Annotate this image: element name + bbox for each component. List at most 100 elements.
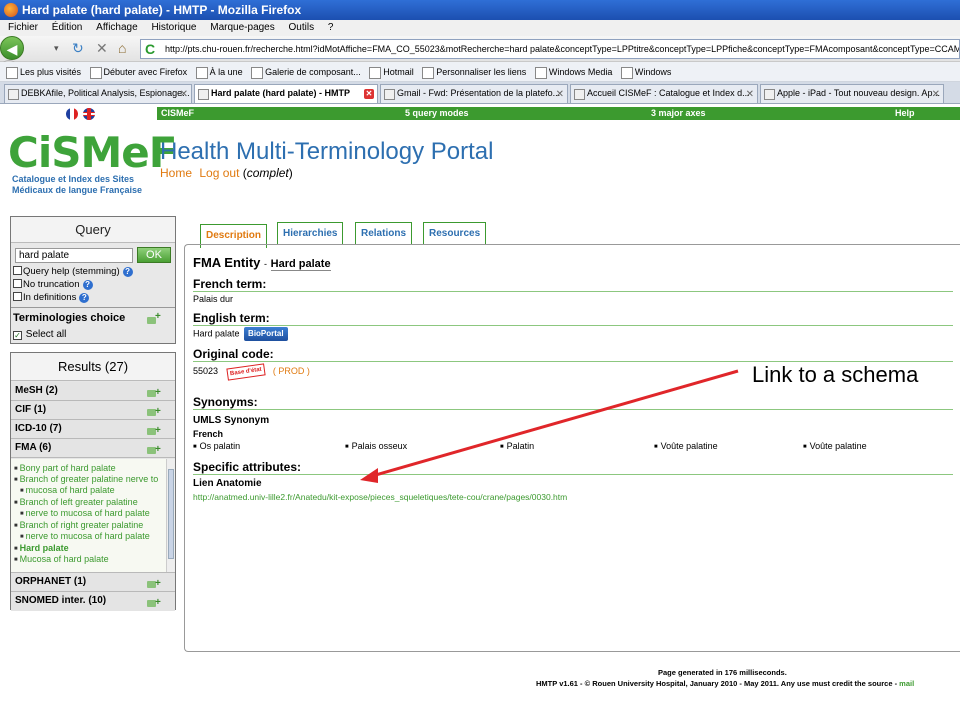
menu-help[interactable]: ?	[328, 20, 334, 36]
help-icon[interactable]: ?	[122, 267, 133, 277]
fma-results-list: Bony part of hard palate Branch of great…	[11, 459, 175, 573]
scrollbar-thumb[interactable]	[168, 469, 174, 559]
result-group-fma[interactable]: FMA (6)	[11, 439, 175, 459]
english-term-row: Hard palate BioPortal	[193, 327, 288, 341]
stop-icon[interactable]: ✕	[96, 37, 108, 59]
browser-tab-cismef[interactable]: Accueil CISMeF : Catalogue et Index d...…	[570, 84, 758, 103]
expand-icon[interactable]	[147, 422, 161, 440]
no-truncation-label: No truncation	[23, 279, 80, 290]
nav-help[interactable]: Help	[895, 107, 915, 120]
collapse-icon[interactable]	[147, 441, 161, 459]
query-help-checkbox[interactable]	[13, 266, 22, 275]
logo-word: CiSMeF	[8, 128, 177, 177]
footer-generation-time: Page generated in 176 milliseconds.	[658, 668, 787, 677]
expand-icon[interactable]	[147, 403, 161, 421]
menu-fichier[interactable]: Fichier	[8, 20, 38, 36]
bookmark-customize-links[interactable]: Personnaliser les liens	[422, 62, 526, 81]
browser-tab-hard-palate[interactable]: Hard palate (hard palate) - HMTP ✕	[194, 84, 378, 103]
in-definitions-label: In definitions	[23, 292, 77, 303]
browser-tab-apple[interactable]: Apple - iPad - Tout nouveau design. Ap..…	[760, 84, 944, 103]
original-code-title: Original code:	[193, 347, 953, 362]
help-icon[interactable]: ?	[79, 293, 90, 303]
bookmark-gallery[interactable]: Galerie de composant...	[251, 62, 361, 81]
site-favicon-icon: C	[145, 41, 156, 57]
home-icon[interactable]: ⌂	[118, 37, 126, 59]
select-all-option: Select all	[13, 329, 66, 340]
browser-tab-gmail[interactable]: Gmail - Fwd: Présentation de la platefo.…	[380, 84, 568, 103]
entity-heading: FMA Entity - Hard palate	[193, 255, 331, 271]
list-item-continuation[interactable]: nerve to mucosa of hard palate	[14, 508, 164, 520]
query-panel-title: Query	[11, 217, 175, 243]
browser-tab-label: Apple - iPad - Tout nouveau design. Ap..…	[777, 88, 940, 98]
close-tab-icon[interactable]: ✕	[556, 86, 564, 103]
close-tab-icon[interactable]: ✕	[364, 89, 374, 99]
back-button[interactable]: ◀	[0, 36, 24, 60]
cismef-logo[interactable]: CiSMeF Catalogue et Index des Sites Médi…	[8, 128, 177, 202]
menu-historique[interactable]: Historique	[151, 20, 196, 36]
result-group-orphanet[interactable]: ORPHANET (1)	[11, 573, 175, 593]
terminologies-choice: Terminologies choice Select all	[11, 307, 175, 343]
no-truncation-checkbox[interactable]	[13, 279, 22, 288]
help-icon[interactable]: ?	[82, 280, 93, 290]
result-group-label: FMA (6)	[15, 442, 52, 453]
menu-marque-pages[interactable]: Marque-pages	[210, 20, 274, 36]
expand-icon[interactable]	[147, 594, 161, 612]
list-item[interactable]: Mucosa of hard palate	[14, 554, 164, 566]
result-group-snomed[interactable]: SNOMED inter. (10)	[11, 592, 175, 612]
fma-list-scrollbar[interactable]	[166, 459, 175, 572]
close-tab-icon[interactable]: ✕	[746, 86, 754, 103]
expand-terminologies-icon[interactable]	[147, 311, 161, 324]
nav-major-axes[interactable]: 3 major axes	[651, 107, 706, 120]
bookmark-most-visited[interactable]: Les plus visités	[6, 62, 81, 81]
bookmark-windows[interactable]: Windows	[620, 62, 671, 81]
synonym-language-label: French	[193, 429, 224, 439]
bioportal-button[interactable]: BioPortal	[244, 327, 288, 341]
browser-tab-label: Gmail - Fwd: Présentation de la platefo.…	[397, 88, 561, 98]
expand-icon[interactable]	[147, 384, 161, 402]
entity-name: Hard palate	[270, 258, 331, 271]
base-stamp-icon[interactable]: Base d'état	[225, 363, 265, 381]
result-group-icd10[interactable]: ICD-10 (7)	[11, 420, 175, 440]
menu-outils[interactable]: Outils	[289, 20, 315, 36]
ok-button[interactable]: OK	[137, 247, 171, 263]
schema-link[interactable]: http://anatmed.univ-lille2.fr/Anatedu/ki…	[193, 492, 567, 502]
home-link[interactable]: Home	[160, 166, 192, 180]
bookmark-windows-media[interactable]: Windows Media	[534, 62, 612, 81]
nav-query-modes[interactable]: 5 query modes	[405, 107, 469, 120]
english-flag-icon[interactable]	[83, 108, 96, 121]
menu-affichage[interactable]: Affichage	[96, 20, 138, 36]
browser-tab-debkafile[interactable]: DEBKAfile, Political Analysis, Espionage…	[4, 84, 192, 103]
close-tab-icon[interactable]: ✕	[180, 86, 188, 103]
firefox-icon	[4, 3, 18, 17]
tab-hierarchies[interactable]: Hierarchies	[277, 222, 344, 244]
list-item-continuation[interactable]: nerve to mucosa of hard palate	[14, 531, 164, 543]
menu-edition[interactable]: Édition	[52, 20, 83, 36]
bookmark-headlines[interactable]: À la une	[195, 62, 243, 81]
url-bar[interactable]: C http://pts.chu-rouen.fr/recherche.html…	[140, 39, 960, 59]
browser-tab-label: DEBKAfile, Political Analysis, Espionage…	[21, 88, 190, 98]
portal-links: Home Log out (complet)	[160, 166, 293, 180]
result-group-cif[interactable]: CIF (1)	[11, 401, 175, 421]
logout-link[interactable]: Log out	[199, 166, 239, 180]
tab-relations[interactable]: Relations	[355, 222, 413, 244]
select-all-checkbox[interactable]	[13, 331, 22, 340]
tab-resources[interactable]: Resources	[423, 222, 487, 244]
list-item-continuation[interactable]: mucosa of hard palate	[14, 485, 164, 497]
terminologies-label: Terminologies choice	[13, 312, 126, 324]
no-truncation-option: No truncation?	[13, 279, 93, 291]
french-flag-icon[interactable]	[66, 108, 78, 121]
expand-icon[interactable]	[147, 575, 161, 593]
result-group-mesh[interactable]: MeSH (2)	[11, 382, 175, 402]
bookmark-hotmail[interactable]: Hotmail	[369, 62, 414, 81]
umls-synonym-label: UMLS Synonym	[193, 415, 270, 426]
bookmark-getting-started[interactable]: Débuter avec Firefox	[89, 62, 187, 81]
search-input[interactable]: hard palate	[15, 248, 133, 263]
nav-cismef[interactable]: CISMeF	[161, 107, 194, 120]
mail-link[interactable]: mail	[899, 679, 914, 688]
close-tab-icon[interactable]: ✕	[932, 86, 940, 103]
history-dropdown-icon[interactable]: ▾	[54, 37, 59, 59]
reload-icon[interactable]: ↻	[72, 37, 84, 59]
logo-subtitle: Catalogue et Index des Sites Médicaux de…	[8, 174, 148, 196]
page-content: CISMeF 5 query modes 3 major axes Help C…	[0, 104, 960, 720]
in-definitions-checkbox[interactable]	[13, 292, 22, 301]
